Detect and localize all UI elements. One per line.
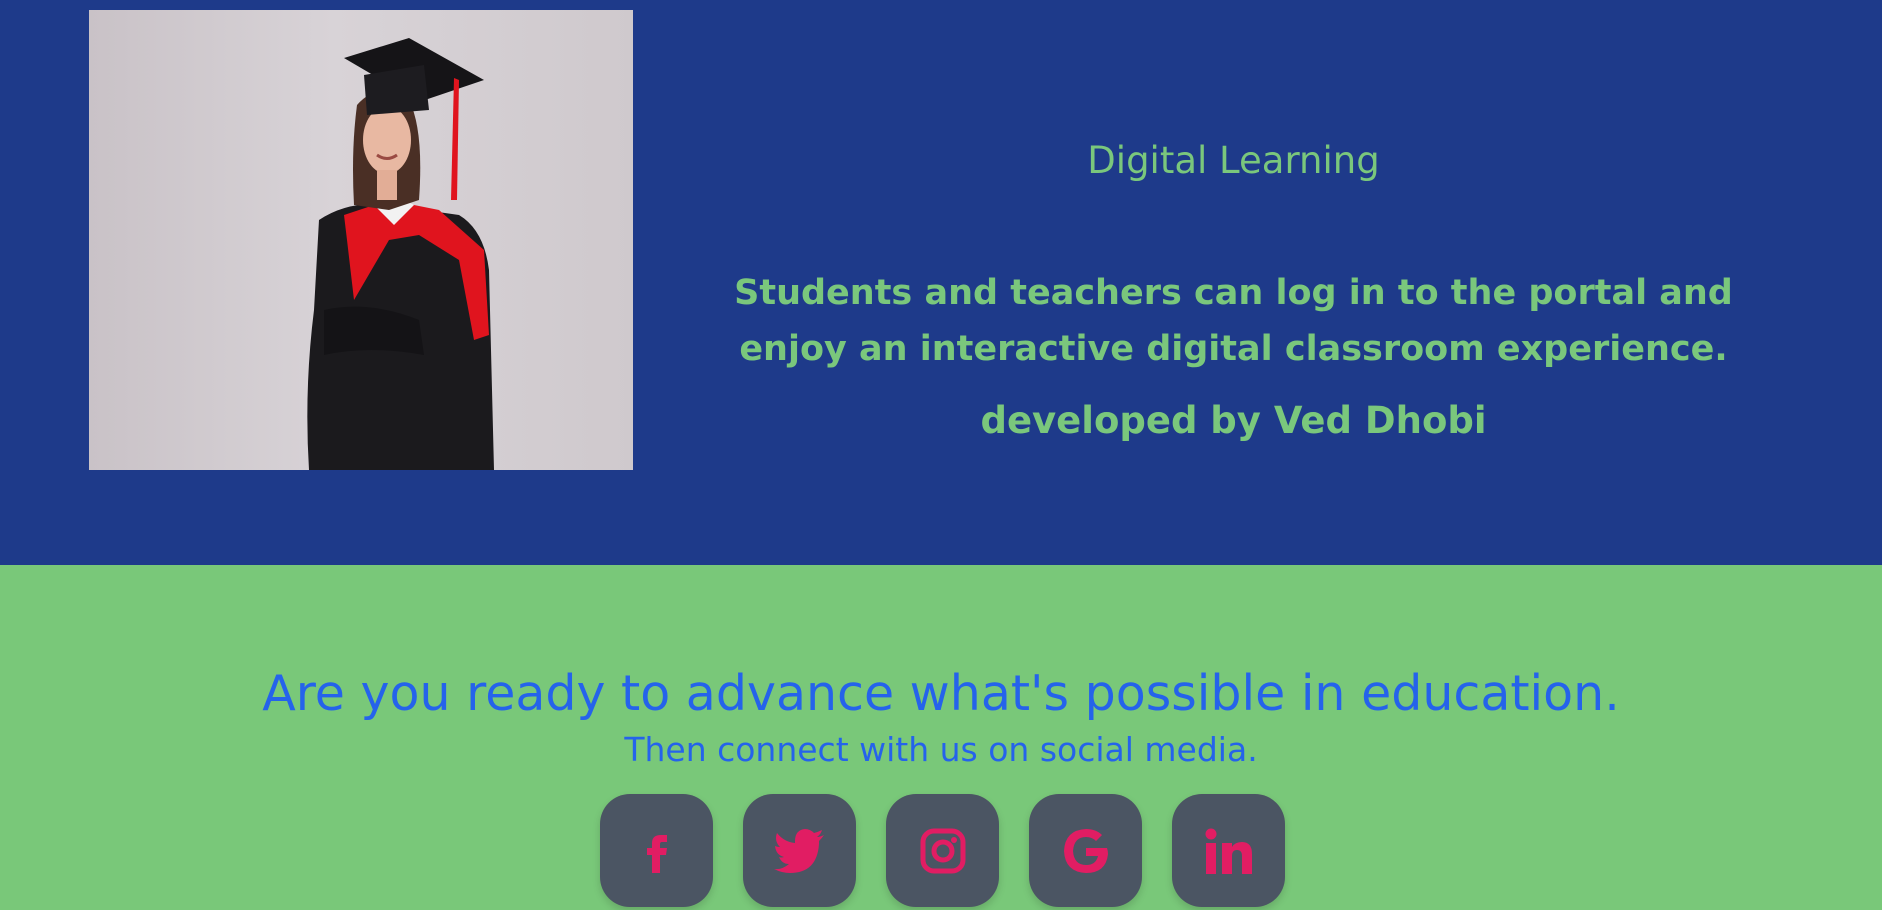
hero-description: Students and teachers can log in to the … <box>734 273 1733 369</box>
hero-title: Digital Learning <box>1087 138 1380 182</box>
graduate-photo <box>89 10 633 470</box>
social-links <box>600 794 1285 908</box>
twitter-button[interactable] <box>743 794 856 907</box>
developed-by-label: developed by <box>980 399 1261 442</box>
developer-credit: developed by Ved Dhobi <box>680 399 1787 443</box>
linkedin-button[interactable] <box>1172 794 1285 907</box>
facebook-icon <box>646 834 667 873</box>
developer-name: Ved Dhobi <box>1273 399 1487 442</box>
instagram-icon <box>920 828 965 873</box>
hero-section: Digital Learning Students and teachers c… <box>0 0 1882 565</box>
linkedin-icon <box>1205 828 1252 874</box>
graduate-illustration <box>307 38 494 470</box>
google-button[interactable] <box>1029 794 1142 907</box>
cta-section: Are you ready to advance what's possible… <box>0 565 1882 910</box>
twitter-icon <box>773 828 824 873</box>
cta-subtitle: Then connect with us on social media. <box>624 730 1258 769</box>
facebook-button[interactable] <box>600 794 713 907</box>
google-icon <box>1063 828 1108 873</box>
cta-headline: Are you ready to advance what's possible… <box>262 665 1620 722</box>
instagram-button[interactable] <box>886 794 999 907</box>
